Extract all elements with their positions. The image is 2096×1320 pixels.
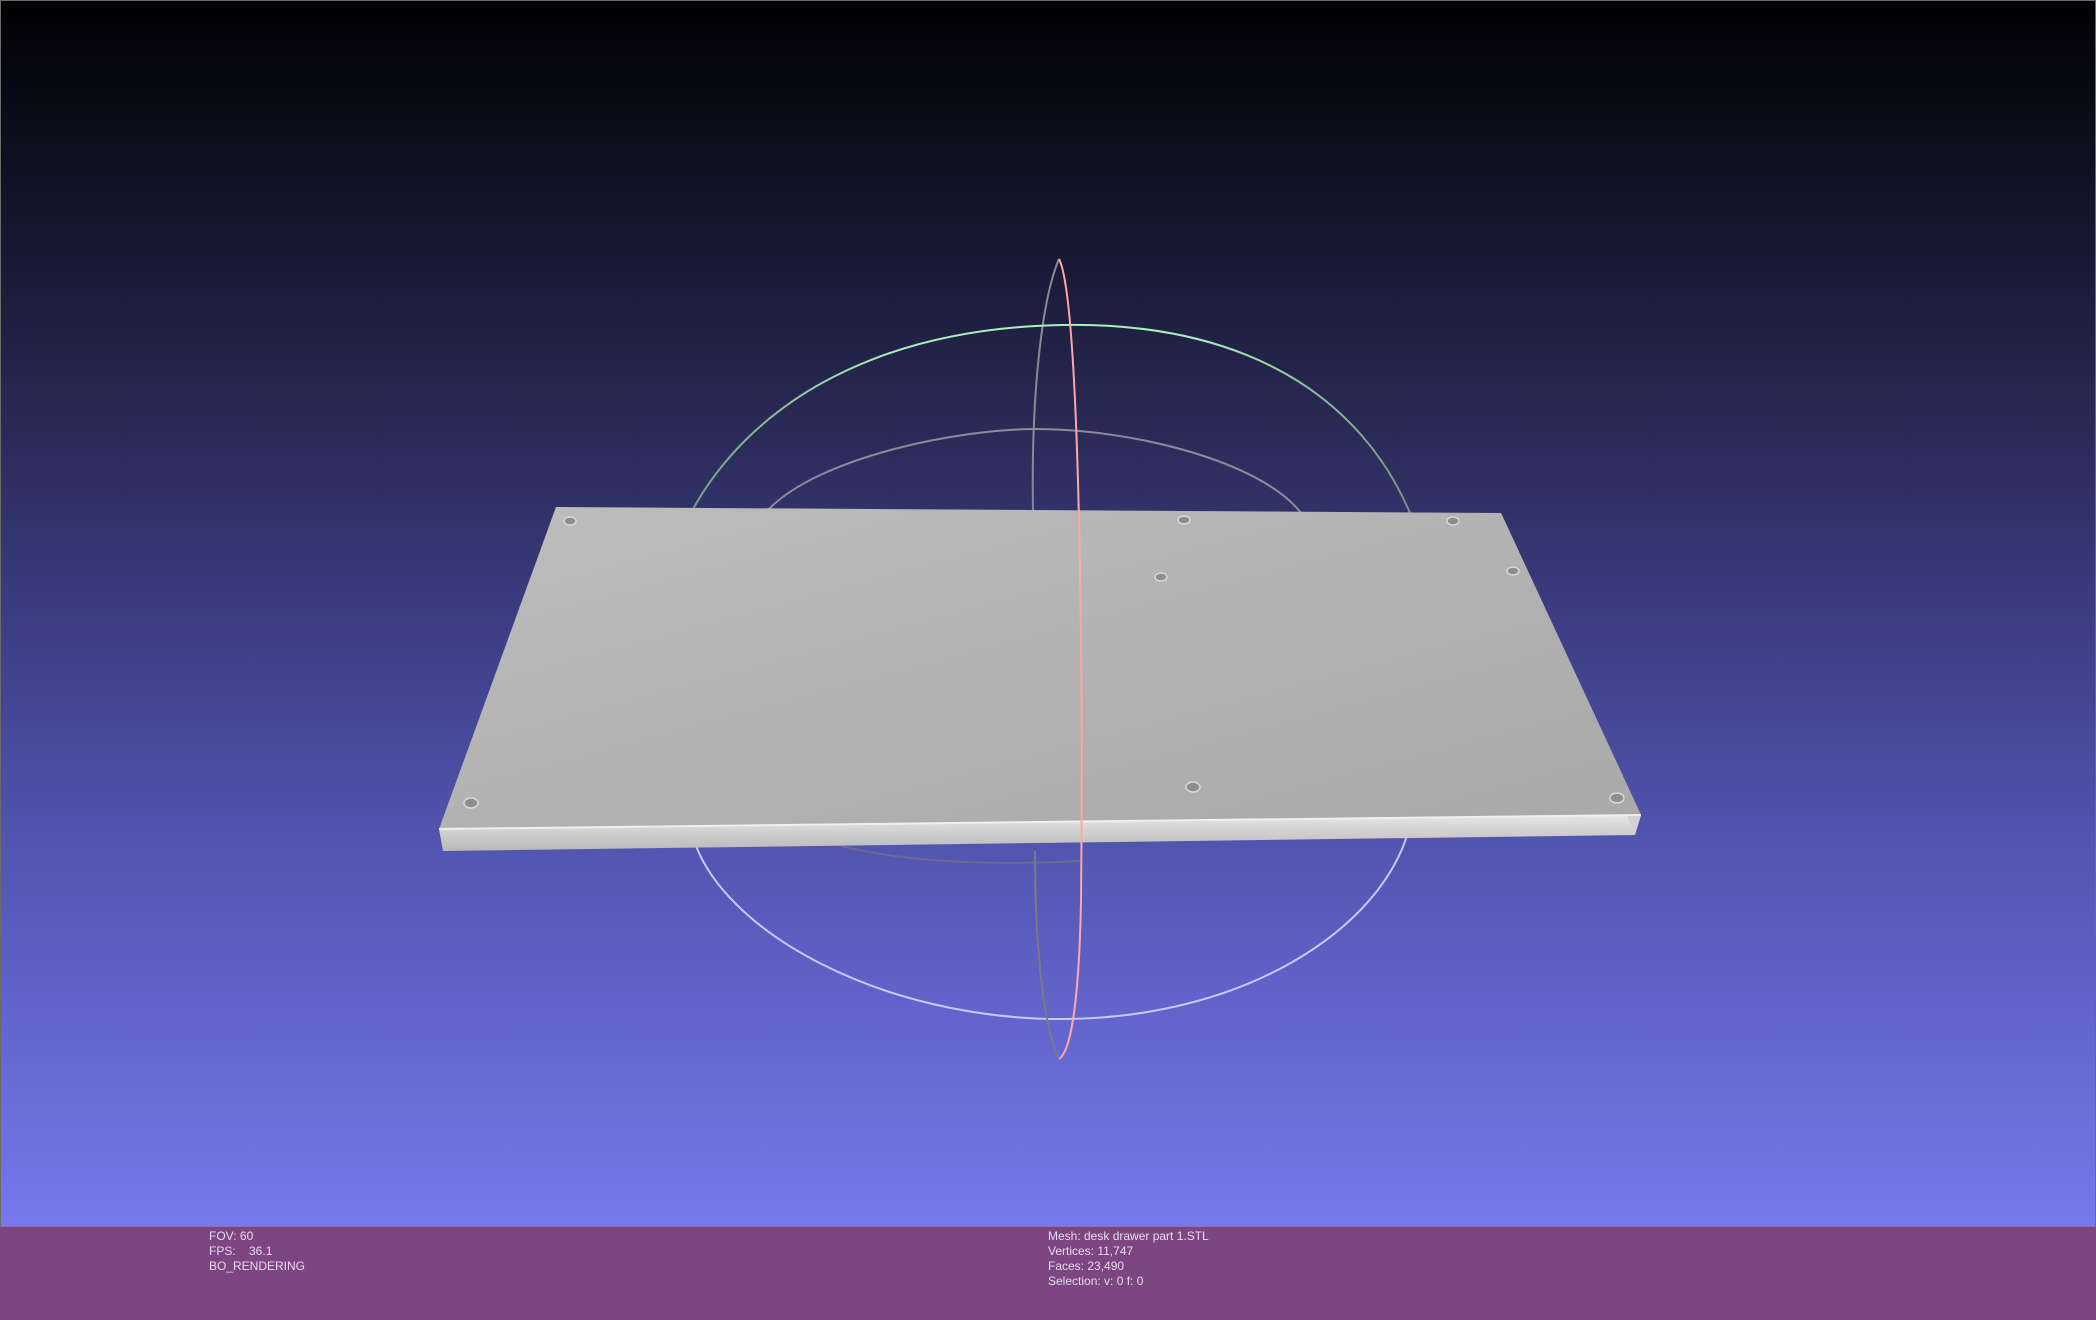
- mesh-name: Mesh: desk drawer part 1.STL: [1048, 1229, 1209, 1243]
- info-bar: FOV: 60 FPS: 36.1 BO_RENDERING Mesh: des…: [0, 1226, 2096, 1320]
- selection-info: Selection: v: 0 f: 0: [1048, 1274, 1144, 1288]
- trackball-horizontal-ring: [692, 828, 1410, 1021]
- faces-count: Faces: 23,490: [1048, 1259, 1125, 1273]
- render-mode-readout: BO_RENDERING: [209, 1259, 306, 1273]
- vertices-count: Vertices: 11,747: [1048, 1244, 1134, 1258]
- mesh-info: Mesh: desk drawer part 1.STL Vertices: 1…: [1048, 1229, 1209, 1289]
- fps-readout: FPS: 36.1: [209, 1244, 273, 1258]
- trackball-back: [768, 258, 1302, 514]
- render-info: FOV: 60 FPS: 36.1 BO_RENDERING: [209, 1229, 305, 1274]
- trackball-horizontal-ring-back: [840, 845, 1082, 864]
- mesh-plate[interactable]: [438, 507, 1642, 851]
- 3d-viewport[interactable]: [0, 0, 2096, 1226]
- trackball-red-ring-back: [1034, 850, 1060, 1060]
- fov-readout: FOV: 60: [209, 1229, 254, 1243]
- scene-canvas[interactable]: [1, 1, 2096, 1226]
